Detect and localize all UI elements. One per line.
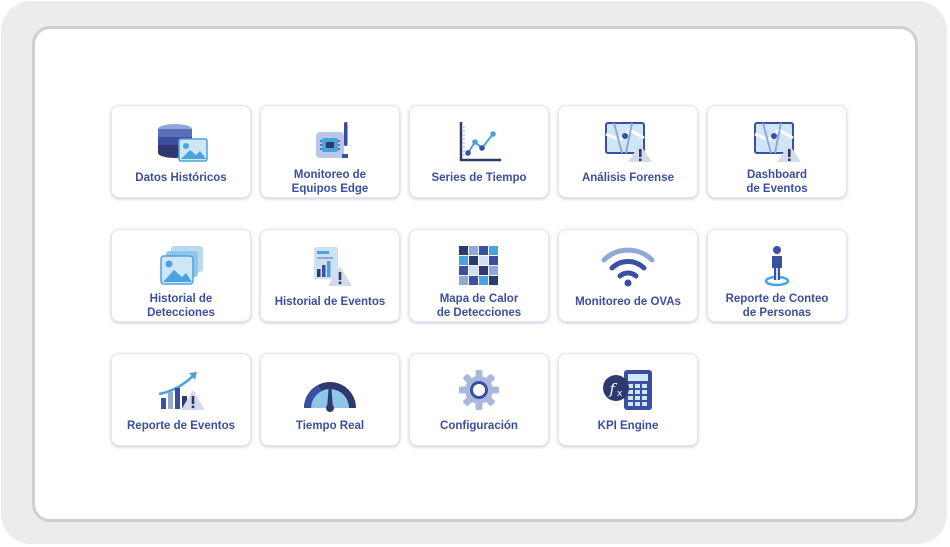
map-alert-icon — [600, 120, 656, 164]
tile-label: KPI Engine — [597, 419, 659, 432]
tile-reporte-de-eventos[interactable]: Reporte de Eventos — [111, 353, 251, 446]
tile-dashboard-de-eventos[interactable]: Dashboard de Eventos — [707, 105, 847, 198]
calculator-function-icon: f x — [600, 368, 656, 412]
line-chart-icon — [451, 120, 507, 164]
edge-device-icon — [302, 120, 358, 164]
module-grid: Datos Históricos Monitoreo de Equipos Ed… — [111, 105, 847, 446]
tile-label: Tiempo Real — [295, 419, 365, 432]
tile-historial-de-eventos[interactable]: Historial de Eventos — [260, 229, 400, 322]
tile-label: Reporte de Conteo de Personas — [725, 293, 829, 319]
screen: Datos Históricos Monitoreo de Equipos Ed… — [32, 26, 918, 522]
tile-historial-de-detecciones[interactable]: Historial de Detecciones — [111, 229, 251, 322]
tile-reporte-conteo-personas[interactable]: Reporte de Conteo de Personas — [707, 229, 847, 322]
tile-label: Monitoreo de OVAs — [575, 295, 681, 308]
tile-kpi-engine[interactable]: f x KPI Engine — [558, 353, 698, 446]
tile-monitoreo-equipos-edge[interactable]: Monitoreo de Equipos Edge — [260, 105, 400, 198]
tile-tiempo-real[interactable]: Tiempo Real — [260, 353, 400, 446]
tile-label: Configuración — [440, 419, 518, 432]
gear-icon — [451, 368, 507, 412]
map-alert-icon — [749, 120, 805, 164]
tile-series-de-tiempo[interactable]: Series de Tiempo — [409, 105, 549, 198]
gauge-icon — [302, 368, 358, 412]
tile-label: Dashboard de Eventos — [746, 169, 808, 195]
report-alert-icon — [302, 244, 358, 288]
tile-mapa-de-calor[interactable]: Mapa de Calor de Detecciones — [409, 229, 549, 322]
wifi-icon — [600, 244, 656, 288]
device-frame: Datos Históricos Monitoreo de Equipos Ed… — [1, 1, 947, 544]
tile-label: Análisis Forense — [581, 171, 675, 184]
tile-label: Monitoreo de Equipos Edge — [291, 169, 369, 195]
tile-label: Reporte de Eventos — [127, 419, 235, 432]
trend-alert-icon — [153, 368, 209, 412]
tile-monitoreo-de-ovas[interactable]: Monitoreo de OVAs — [558, 229, 698, 322]
tile-label: Historial de Detecciones — [147, 293, 215, 319]
tile-configuracion[interactable]: Configuración — [409, 353, 549, 446]
tile-label: Series de Tiempo — [431, 171, 527, 184]
person-location-icon — [749, 244, 805, 288]
tile-label: Historial de Eventos — [274, 295, 386, 308]
tile-label: Mapa de Calor de Detecciones — [436, 293, 522, 319]
tile-analisis-forense[interactable]: Análisis Forense — [558, 105, 698, 198]
tile-label: Datos Históricos — [135, 171, 227, 184]
image-stack-icon — [153, 244, 209, 288]
database-image-icon — [153, 120, 209, 164]
svg-text:x: x — [617, 389, 623, 399]
heatmap-icon — [451, 244, 507, 288]
tile-datos-historicos[interactable]: Datos Históricos — [111, 105, 251, 198]
